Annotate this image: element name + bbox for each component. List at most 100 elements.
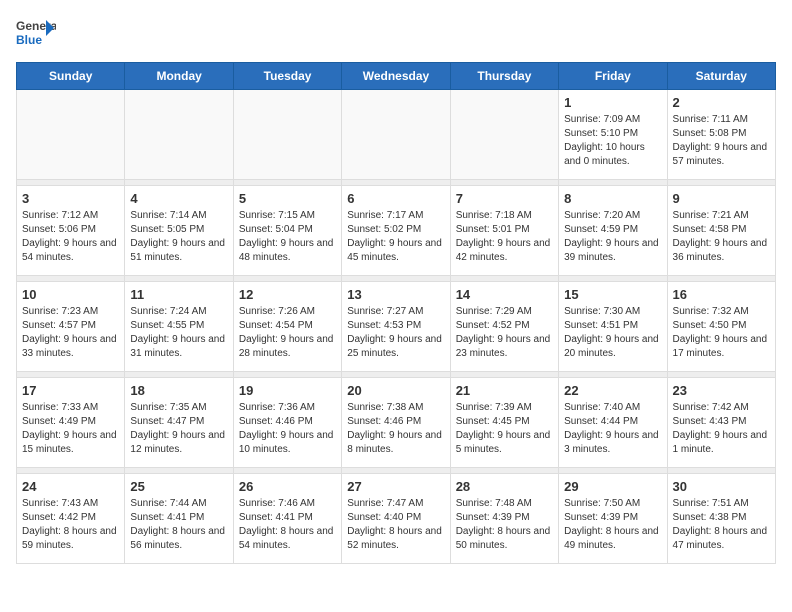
weekday-header-row: SundayMondayTuesdayWednesdayThursdayFrid…: [17, 63, 776, 90]
calendar-cell: 29 Sunrise: 7:50 AM Sunset: 4:39 PM Dayli…: [559, 474, 667, 564]
calendar-cell: 18 Sunrise: 7:35 AM Sunset: 4:47 PM Dayli…: [125, 378, 233, 468]
day-number: 18: [130, 383, 227, 398]
calendar-table: SundayMondayTuesdayWednesdayThursdayFrid…: [16, 62, 776, 564]
calendar-cell: 23 Sunrise: 7:42 AM Sunset: 4:43 PM Dayli…: [667, 378, 775, 468]
calendar-week-4: 17 Sunrise: 7:33 AM Sunset: 4:49 PM Dayli…: [17, 378, 776, 468]
day-number: 3: [22, 191, 119, 206]
page-header: General Blue: [16, 16, 776, 52]
calendar-cell: 1Sunrise: 7:09 AM Sunset: 5:10 PM Daylig…: [559, 90, 667, 180]
calendar-cell: 4 Sunrise: 7:14 AM Sunset: 5:05 PM Daylig…: [125, 186, 233, 276]
day-info: Sunrise: 7:39 AM Sunset: 4:45 PM Dayligh…: [456, 401, 553, 457]
calendar-cell: [125, 90, 233, 180]
calendar-cell: 7 Sunrise: 7:18 AM Sunset: 5:01 PM Daylig…: [450, 186, 558, 276]
day-info: Sunrise: 7:21 AM Sunset: 4:58 PM Dayligh…: [673, 209, 770, 265]
day-number: 4: [130, 191, 227, 206]
calendar-week-5: 24 Sunrise: 7:43 AM Sunset: 4:42 PM Dayli…: [17, 474, 776, 564]
weekday-header-monday: Monday: [125, 63, 233, 90]
day-info: Sunrise: 7:11 AM Sunset: 5:08 PM Dayligh…: [673, 113, 770, 169]
day-info: Sunrise: 7:47 AM Sunset: 4:40 PM Dayligh…: [347, 497, 444, 553]
calendar-cell: 22 Sunrise: 7:40 AM Sunset: 4:44 PM Dayli…: [559, 378, 667, 468]
day-number: 11: [130, 287, 227, 302]
day-number: 5: [239, 191, 336, 206]
day-info: Sunrise: 7:51 AM Sunset: 4:38 PM Dayligh…: [673, 497, 770, 553]
day-info: Sunrise: 7:14 AM Sunset: 5:05 PM Dayligh…: [130, 209, 227, 265]
day-info: Sunrise: 7:20 AM Sunset: 4:59 PM Dayligh…: [564, 209, 661, 265]
day-number: 27: [347, 479, 444, 494]
calendar-cell: 2Sunrise: 7:11 AM Sunset: 5:08 PM Daylig…: [667, 90, 775, 180]
day-number: 19: [239, 383, 336, 398]
day-number: 15: [564, 287, 661, 302]
day-info: Sunrise: 7:15 AM Sunset: 5:04 PM Dayligh…: [239, 209, 336, 265]
day-number: 8: [564, 191, 661, 206]
weekday-header-wednesday: Wednesday: [342, 63, 450, 90]
day-info: Sunrise: 7:12 AM Sunset: 5:06 PM Dayligh…: [22, 209, 119, 265]
weekday-header-sunday: Sunday: [17, 63, 125, 90]
day-number: 9: [673, 191, 770, 206]
svg-text:Blue: Blue: [16, 33, 42, 47]
calendar-cell: 19 Sunrise: 7:36 AM Sunset: 4:46 PM Dayli…: [233, 378, 341, 468]
calendar-cell: 28Sunrise: 7:48 AM Sunset: 4:39 PM Dayli…: [450, 474, 558, 564]
weekday-header-saturday: Saturday: [667, 63, 775, 90]
day-info: Sunrise: 7:23 AM Sunset: 4:57 PM Dayligh…: [22, 305, 119, 361]
day-info: Sunrise: 7:32 AM Sunset: 4:50 PM Dayligh…: [673, 305, 770, 361]
calendar-cell: 12Sunrise: 7:26 AM Sunset: 4:54 PM Dayli…: [233, 282, 341, 372]
calendar-cell: 17 Sunrise: 7:33 AM Sunset: 4:49 PM Dayli…: [17, 378, 125, 468]
calendar-cell: 20 Sunrise: 7:38 AM Sunset: 4:46 PM Dayli…: [342, 378, 450, 468]
calendar-cell: 9 Sunrise: 7:21 AM Sunset: 4:58 PM Daylig…: [667, 186, 775, 276]
calendar-cell: 6 Sunrise: 7:17 AM Sunset: 5:02 PM Daylig…: [342, 186, 450, 276]
day-number: 23: [673, 383, 770, 398]
day-info: Sunrise: 7:38 AM Sunset: 4:46 PM Dayligh…: [347, 401, 444, 457]
day-info: Sunrise: 7:35 AM Sunset: 4:47 PM Dayligh…: [130, 401, 227, 457]
calendar-cell: 15 Sunrise: 7:30 AM Sunset: 4:51 PM Dayli…: [559, 282, 667, 372]
day-number: 20: [347, 383, 444, 398]
calendar-cell: 24 Sunrise: 7:43 AM Sunset: 4:42 PM Dayli…: [17, 474, 125, 564]
calendar-cell: [342, 90, 450, 180]
day-info: Sunrise: 7:43 AM Sunset: 4:42 PM Dayligh…: [22, 497, 119, 553]
calendar-cell: 8 Sunrise: 7:20 AM Sunset: 4:59 PM Daylig…: [559, 186, 667, 276]
calendar-cell: [233, 90, 341, 180]
day-info: Sunrise: 7:50 AM Sunset: 4:39 PM Dayligh…: [564, 497, 661, 553]
day-number: 6: [347, 191, 444, 206]
day-number: 1: [564, 95, 661, 110]
day-number: 26: [239, 479, 336, 494]
day-info: Sunrise: 7:26 AM Sunset: 4:54 PM Dayligh…: [239, 305, 336, 361]
calendar-cell: 3 Sunrise: 7:12 AM Sunset: 5:06 PM Daylig…: [17, 186, 125, 276]
day-info: Sunrise: 7:17 AM Sunset: 5:02 PM Dayligh…: [347, 209, 444, 265]
weekday-header-thursday: Thursday: [450, 63, 558, 90]
calendar-cell: 13Sunrise: 7:27 AM Sunset: 4:53 PM Dayli…: [342, 282, 450, 372]
day-info: Sunrise: 7:48 AM Sunset: 4:39 PM Dayligh…: [456, 497, 553, 553]
day-number: 14: [456, 287, 553, 302]
day-number: 17: [22, 383, 119, 398]
day-number: 22: [564, 383, 661, 398]
calendar-cell: 10 Sunrise: 7:23 AM Sunset: 4:57 PM Dayli…: [17, 282, 125, 372]
calendar-cell: 21Sunrise: 7:39 AM Sunset: 4:45 PM Dayli…: [450, 378, 558, 468]
calendar-cell: 26 Sunrise: 7:46 AM Sunset: 4:41 PM Dayli…: [233, 474, 341, 564]
day-number: 7: [456, 191, 553, 206]
day-number: 24: [22, 479, 119, 494]
calendar-week-1: 1Sunrise: 7:09 AM Sunset: 5:10 PM Daylig…: [17, 90, 776, 180]
day-number: 16: [673, 287, 770, 302]
day-info: Sunrise: 7:18 AM Sunset: 5:01 PM Dayligh…: [456, 209, 553, 265]
calendar-cell: 25Sunrise: 7:44 AM Sunset: 4:41 PM Dayli…: [125, 474, 233, 564]
calendar-cell: 16 Sunrise: 7:32 AM Sunset: 4:50 PM Dayli…: [667, 282, 775, 372]
day-info: Sunrise: 7:33 AM Sunset: 4:49 PM Dayligh…: [22, 401, 119, 457]
weekday-header-friday: Friday: [559, 63, 667, 90]
day-number: 10: [22, 287, 119, 302]
day-info: Sunrise: 7:40 AM Sunset: 4:44 PM Dayligh…: [564, 401, 661, 457]
day-info: Sunrise: 7:46 AM Sunset: 4:41 PM Dayligh…: [239, 497, 336, 553]
day-info: Sunrise: 7:42 AM Sunset: 4:43 PM Dayligh…: [673, 401, 770, 457]
day-number: 29: [564, 479, 661, 494]
day-info: Sunrise: 7:30 AM Sunset: 4:51 PM Dayligh…: [564, 305, 661, 361]
calendar-cell: 11 Sunrise: 7:24 AM Sunset: 4:55 PM Dayli…: [125, 282, 233, 372]
calendar-cell: [17, 90, 125, 180]
day-info: Sunrise: 7:44 AM Sunset: 4:41 PM Dayligh…: [130, 497, 227, 553]
day-info: Sunrise: 7:24 AM Sunset: 4:55 PM Dayligh…: [130, 305, 227, 361]
weekday-header-tuesday: Tuesday: [233, 63, 341, 90]
calendar-week-2: 3 Sunrise: 7:12 AM Sunset: 5:06 PM Daylig…: [17, 186, 776, 276]
logo-svg: General Blue: [16, 16, 56, 52]
day-info: Sunrise: 7:36 AM Sunset: 4:46 PM Dayligh…: [239, 401, 336, 457]
calendar-cell: 30 Sunrise: 7:51 AM Sunset: 4:38 PM Dayli…: [667, 474, 775, 564]
day-info: Sunrise: 7:27 AM Sunset: 4:53 PM Dayligh…: [347, 305, 444, 361]
day-number: 30: [673, 479, 770, 494]
day-info: Sunrise: 7:29 AM Sunset: 4:52 PM Dayligh…: [456, 305, 553, 361]
